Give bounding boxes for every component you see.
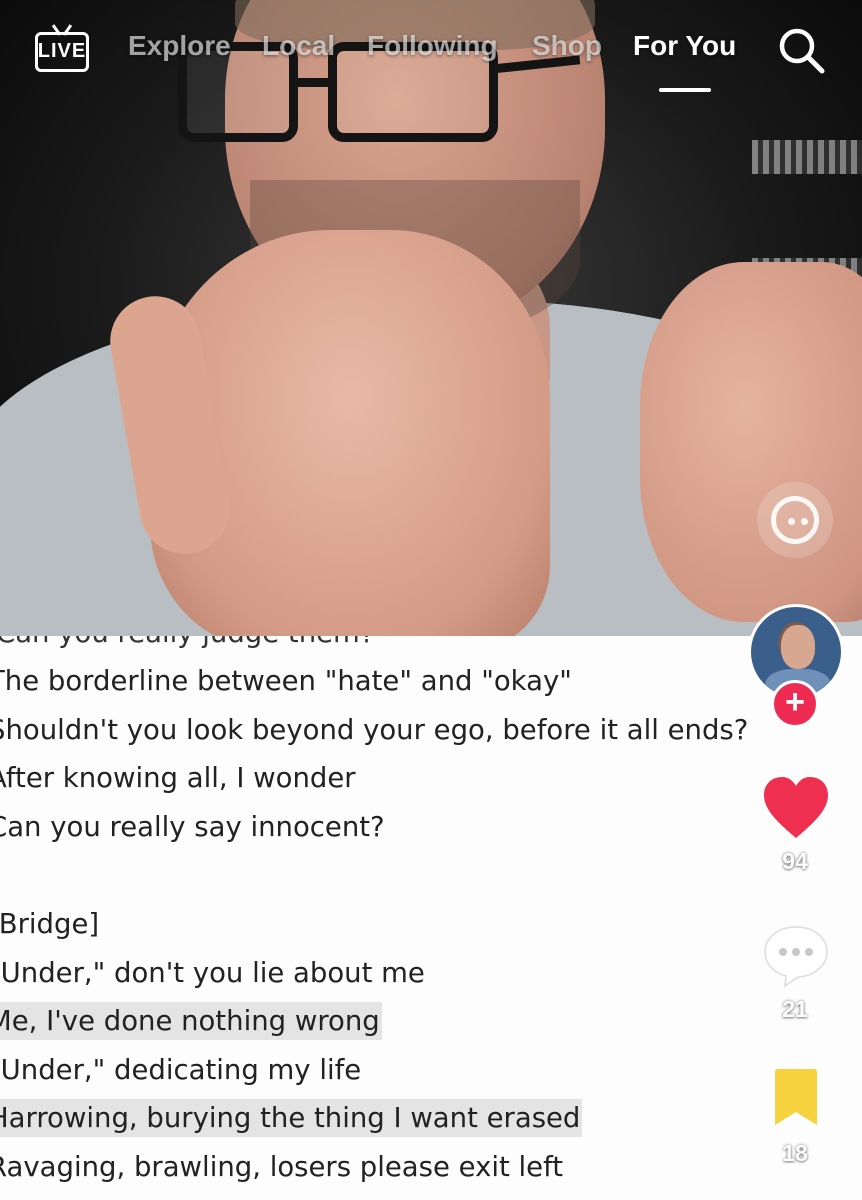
- bookmark-icon[interactable]: [770, 1068, 822, 1128]
- comment-icon[interactable]: [762, 924, 830, 988]
- background-keyboard: [752, 140, 862, 174]
- like-count: 94: [782, 848, 808, 874]
- lyric-line: After knowing all, I wonder: [0, 762, 356, 795]
- lyric-line: Can you really say innocent?: [0, 810, 385, 843]
- top-navigation: LIVE Explore Local Following Shop For Yo…: [0, 0, 862, 100]
- plus-icon: +: [785, 683, 805, 721]
- tab-following[interactable]: Following: [367, 30, 498, 62]
- tab-local[interactable]: Local: [262, 30, 335, 62]
- live-icon[interactable]: LIVE: [35, 22, 89, 74]
- comment-count: 21: [782, 996, 808, 1022]
- lyric-line: Harrowing, burying the thing I want eras…: [0, 1099, 583, 1138]
- lyric-line: Ravaging, brawling, losers please exit l…: [0, 1151, 564, 1183]
- lyric-line: [Bridge]: [0, 908, 100, 940]
- follow-button[interactable]: +: [771, 680, 819, 728]
- live-label: LIVE: [37, 40, 87, 62]
- search-icon[interactable]: [776, 25, 826, 75]
- tab-for-you[interactable]: For You: [633, 30, 736, 62]
- lyric-line: Shouldn't you look beyond your ego, befo…: [0, 713, 749, 746]
- lyric-line-cut: Can you really judge them?: [0, 636, 374, 652]
- lyric-line: The borderline between "hate" and "okay": [0, 665, 572, 697]
- lyric-line: Me, I've done nothing wrong: [0, 1002, 382, 1041]
- chat-bubble-icon[interactable]: [757, 482, 833, 558]
- lyric-line: "Under," don't you lie about me: [0, 956, 425, 989]
- lyric-line: "Under," dedicating my life: [0, 1053, 362, 1086]
- tab-explore[interactable]: Explore: [128, 30, 231, 62]
- save-count: 18: [782, 1140, 808, 1166]
- right-hand: [640, 262, 862, 622]
- lyrics-overlay: Can you really judge them? The borderlin…: [0, 636, 862, 1200]
- active-tab-indicator: [659, 88, 711, 92]
- tab-shop[interactable]: Shop: [532, 30, 602, 62]
- heart-icon[interactable]: [762, 775, 830, 841]
